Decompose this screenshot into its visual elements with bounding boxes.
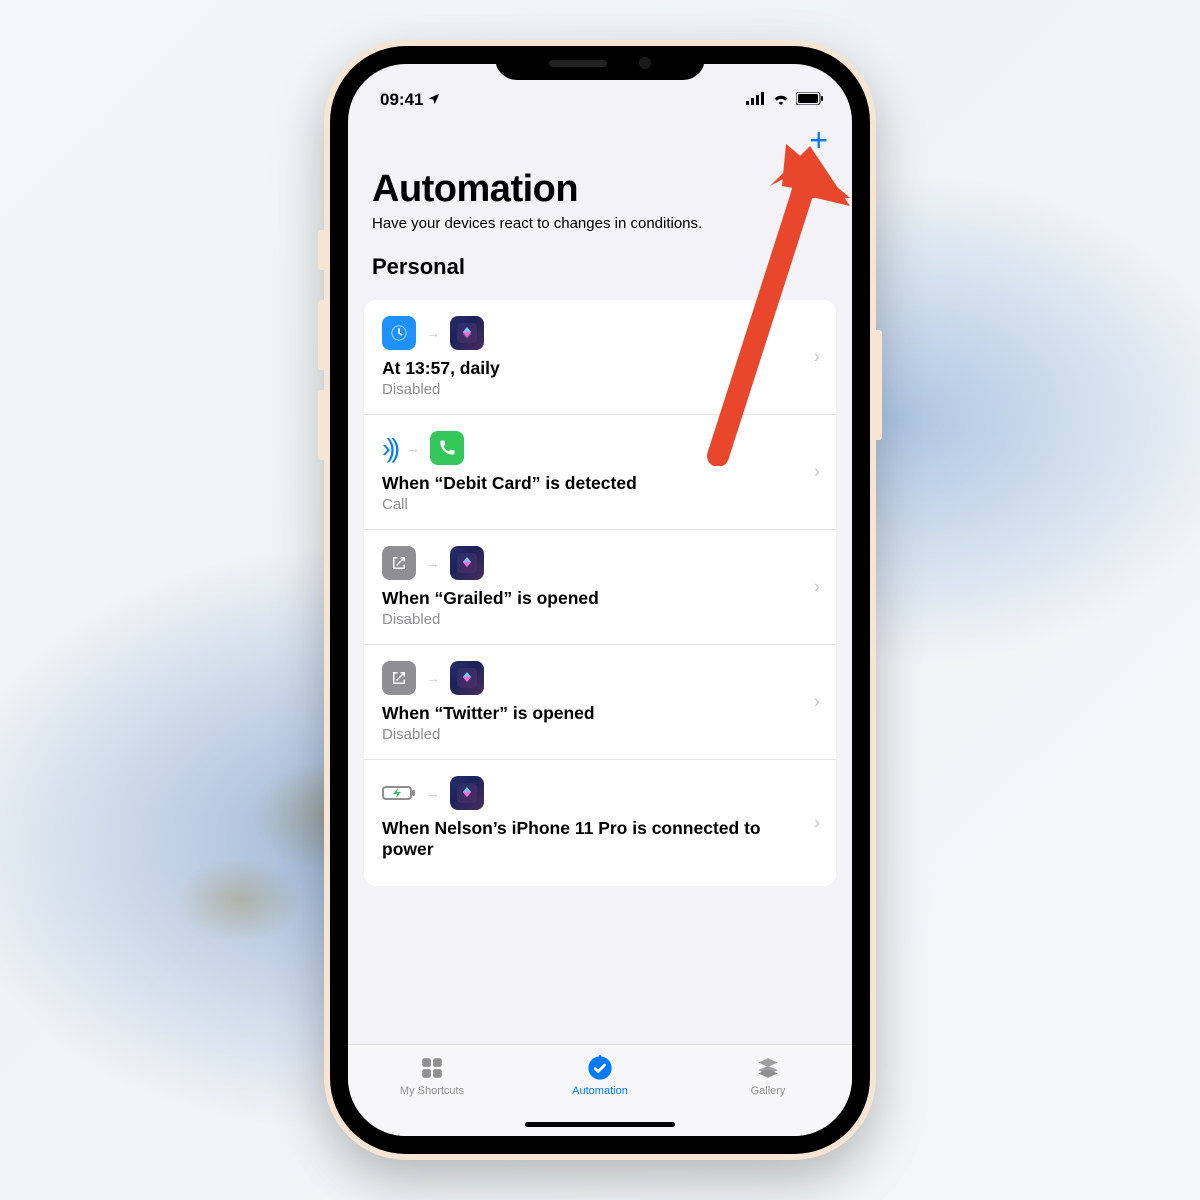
battery-icon [796, 90, 824, 110]
automation-subtitle: Disabled [382, 726, 820, 743]
automation-title: When “Debit Card” is detected [382, 473, 820, 494]
cellular-signal-icon [746, 90, 766, 110]
page-subtitle: Have your devices react to changes in co… [372, 215, 828, 232]
automation-title: At 13:57, daily [382, 358, 820, 379]
power-button[interactable] [876, 330, 882, 440]
arrow-right-icon: → [406, 440, 420, 456]
tab-label: Gallery [751, 1085, 786, 1097]
automation-title: When Nelson’s iPhone 11 Pro is connected… [382, 818, 820, 860]
nfc-icon: ›)) [382, 433, 396, 464]
page-title: Automation [372, 168, 828, 211]
automation-subtitle: Disabled [382, 611, 820, 628]
phone-app-icon [430, 431, 464, 465]
phone-bezel: 09:41 [330, 46, 870, 1154]
earpiece [549, 60, 607, 67]
open-app-icon [382, 546, 416, 580]
screen: 09:41 [348, 64, 852, 1136]
volume-down-button[interactable] [318, 390, 324, 460]
tab-my-shortcuts[interactable]: My Shortcuts [348, 1045, 516, 1136]
mute-switch[interactable] [318, 230, 324, 270]
chevron-right-icon: › [814, 692, 820, 713]
tab-gallery[interactable]: Gallery [684, 1045, 852, 1136]
volume-up-button[interactable] [318, 300, 324, 370]
automation-row[interactable]: → At 13:57, daily Disabled › [364, 300, 836, 415]
arrow-right-icon: → [426, 325, 440, 341]
arrow-right-icon: → [426, 555, 440, 571]
automation-subtitle: Call [382, 496, 820, 513]
tab-label: My Shortcuts [400, 1085, 464, 1097]
front-camera [639, 57, 651, 69]
chevron-right-icon: › [814, 813, 820, 834]
gallery-icon [753, 1055, 783, 1081]
tab-label: Automation [572, 1085, 628, 1097]
arrow-right-icon: → [426, 670, 440, 686]
phone-frame: 09:41 [324, 40, 876, 1160]
wifi-icon [772, 90, 790, 110]
shortcuts-app-icon [450, 776, 484, 810]
automation-title: When “Grailed” is opened [382, 588, 820, 609]
automation-row[interactable]: → When “Twitter” is opened Disabled › [364, 645, 836, 760]
chevron-right-icon: › [814, 577, 820, 598]
automation-row[interactable]: ›)) → When “Debit Card” is detected Call… [364, 415, 836, 530]
charging-battery-icon [382, 784, 416, 802]
nav-bar: + [348, 114, 852, 166]
tab-bar: My Shortcuts Automation Gallery [348, 1044, 852, 1136]
location-services-icon [427, 92, 441, 109]
section-header-personal: Personal [372, 254, 828, 280]
automation-icon [585, 1055, 615, 1081]
grid-icon [417, 1055, 447, 1081]
add-automation-button[interactable]: + [809, 124, 828, 156]
shortcuts-app-icon [450, 316, 484, 350]
shortcuts-app-icon [450, 546, 484, 580]
page-header: Automation Have your devices react to ch… [348, 166, 852, 290]
automation-title: When “Twitter” is opened [382, 703, 820, 724]
notch [495, 46, 705, 80]
automation-row[interactable]: → When Nelson’s iPhone 11 Pro is connect… [364, 760, 836, 886]
clock-icon [382, 316, 416, 350]
arrow-right-icon: → [426, 785, 440, 801]
automation-row[interactable]: → When “Grailed” is opened Disabled › [364, 530, 836, 645]
open-app-icon [382, 661, 416, 695]
status-time: 09:41 [380, 90, 423, 110]
chevron-right-icon: › [814, 462, 820, 483]
automation-list: → At 13:57, daily Disabled › ›)) → [364, 300, 836, 886]
shortcuts-app-icon [450, 661, 484, 695]
automation-subtitle: Disabled [382, 381, 820, 398]
chevron-right-icon: › [814, 347, 820, 368]
home-indicator[interactable] [525, 1122, 675, 1127]
